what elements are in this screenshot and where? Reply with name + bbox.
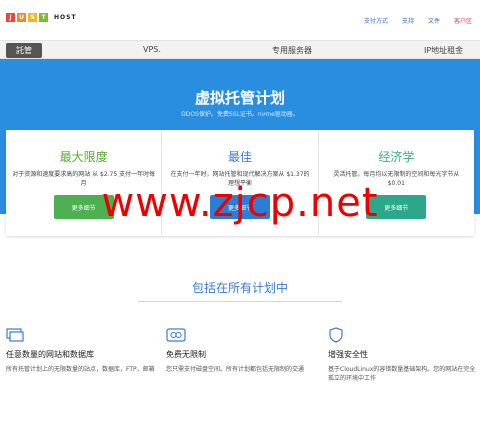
shield-icon	[328, 327, 478, 343]
logo-host-text: HOST	[54, 14, 77, 21]
plan-card-best: 最佳 在支付一年时，网站托管和现代解决方案从 $1.37的理想平衡 更多细节	[162, 130, 319, 236]
link-client-area[interactable]: 客户区	[454, 16, 472, 25]
logo-letter: S	[28, 13, 37, 22]
logo-letter: J	[6, 13, 15, 22]
feature-title: 任意数量的网站和数据库	[6, 350, 94, 359]
features-list: 任意数量的网站和数据库 所有托管计划上的无限数量的站点，数据库，FTP，邮箱 免…	[0, 327, 480, 422]
nav-item-hosting[interactable]: 託管	[6, 43, 42, 58]
link-support[interactable]: 支持	[402, 16, 414, 25]
monitor-icon	[6, 327, 156, 343]
logo-letter: T	[39, 13, 48, 22]
top-bar: J U S T HOST 支付方式 支持 文件 客户区	[0, 0, 480, 40]
top-links: 支付方式 支持 文件 客户区	[364, 16, 472, 25]
feature-item: 增强安全性 基于CloudLinux的容错数量基础架构。您的网站在完全孤立的环境…	[328, 327, 478, 383]
plan-title: 最大限度	[59, 150, 108, 164]
more-details-button[interactable]: 更多细节	[366, 195, 427, 219]
feature-title: 免费无限制	[166, 350, 206, 359]
hero-title: 虚拟托管计划	[194, 89, 285, 107]
plan-card-max: 最大限度 对于资源和速度要求高的网站 从 $2.75 支付一年时每月 更多细节	[6, 130, 163, 236]
nav-item-ip-rent[interactable]: IP地址租金	[424, 45, 463, 56]
nav-item-dedicated[interactable]: 专用服务器	[272, 45, 312, 56]
feature-item: 免费无限制 您只需支付磁盘空间。所有计划都包括无限制的交通	[166, 327, 316, 374]
plan-desc: 灵活托管。每月均以无限制的空间和每光字节从 $0.01	[333, 171, 460, 187]
infinity-icon	[166, 327, 316, 343]
plan-cards: 最大限度 对于资源和速度要求高的网站 从 $2.75 支付一年时每月 更多细节 …	[6, 130, 474, 236]
plan-desc: 在支付一年时，网站托管和现代解决方案从 $1.37的理想平衡	[170, 171, 310, 187]
feature-title: 增强安全性	[328, 350, 368, 359]
features-heading: 包括在所有计划中	[191, 281, 288, 295]
more-details-button[interactable]: 更多细节	[53, 195, 114, 219]
more-details-button[interactable]: 更多细节	[209, 195, 270, 219]
divider	[138, 301, 342, 302]
main-nav: 託管 VPS. 专用服务器 IP地址租金	[0, 40, 480, 59]
logo-letter: U	[17, 13, 26, 22]
feature-item: 任意数量的网站和数据库 所有托管计划上的无限数量的站点，数据库，FTP，邮箱	[6, 327, 156, 374]
nav-item-vps[interactable]: VPS.	[143, 45, 161, 54]
logo[interactable]: J U S T HOST	[6, 13, 77, 22]
hero-subtitle: DDOS保护。免费SSL证书。nvme驱动器。	[181, 111, 299, 118]
plan-card-economy: 经济学 灵活托管。每月均以无限制的空间和每光字节从 $0.01 更多细节	[319, 130, 474, 236]
plan-title: 经济学	[378, 150, 415, 164]
plan-title: 最佳	[227, 150, 252, 164]
link-docs[interactable]: 文件	[428, 16, 440, 25]
link-payment-methods[interactable]: 支付方式	[364, 16, 388, 25]
plan-desc: 对于资源和速度要求高的网站 从 $2.75 支付一年时每月	[12, 171, 156, 187]
feature-desc: 基于CloudLinux的容错数量基础架构。您的网站在完全孤立的环境中工作	[328, 366, 476, 382]
feature-desc: 所有托管计划上的无限数量的站点，数据库，FTP，邮箱	[6, 366, 155, 373]
feature-desc: 您只需支付磁盘空间。所有计划都包括无限制的交通	[166, 366, 305, 373]
